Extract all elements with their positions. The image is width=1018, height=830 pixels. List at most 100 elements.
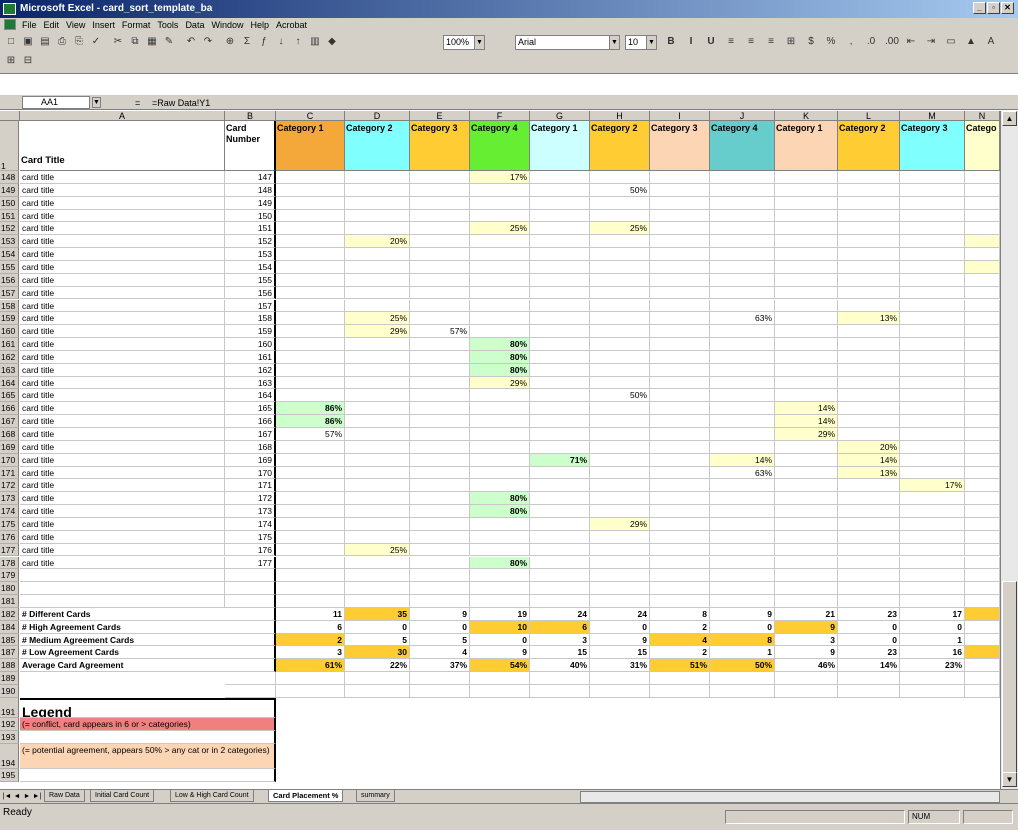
placement-cell[interactable]	[276, 543, 345, 557]
placement-cell[interactable]	[345, 376, 410, 390]
row-header[interactable]: 157	[0, 286, 19, 300]
row-header[interactable]: 194	[0, 743, 19, 770]
cut-icon[interactable]: ✂	[111, 35, 125, 49]
sort-descending-icon[interactable]: ↑	[291, 35, 305, 49]
placement-cell[interactable]	[590, 595, 650, 608]
summary-value[interactable]: 9	[590, 633, 650, 647]
placement-cell[interactable]	[965, 196, 1000, 210]
row-header[interactable]: 192	[0, 717, 19, 731]
placement-cell[interactable]	[276, 556, 345, 570]
row-header[interactable]: 156	[0, 273, 19, 287]
placement-cell[interactable]	[410, 376, 470, 390]
font-name-select[interactable]: Arial ▼	[515, 35, 620, 50]
summary-value[interactable]: 6	[276, 620, 345, 634]
placement-cell[interactable]	[590, 505, 650, 518]
placement-cell[interactable]	[276, 517, 345, 531]
summary-value[interactable]: 23	[838, 607, 900, 621]
placement-cell[interactable]	[276, 595, 345, 608]
placement-cell[interactable]	[590, 530, 650, 544]
placement-cell[interactable]	[345, 466, 410, 480]
placement-cell[interactable]	[530, 273, 590, 287]
row-header[interactable]: 163	[0, 363, 19, 377]
card-number-cell[interactable]: 152	[225, 235, 276, 249]
placement-cell[interactable]	[965, 260, 1000, 274]
sort-ascending-icon[interactable]: ↓	[274, 35, 288, 49]
card-number-cell[interactable]: 170	[225, 466, 276, 480]
placement-cell[interactable]	[590, 338, 650, 351]
category-header[interactable]: Category 2	[590, 121, 650, 171]
card-title-cell[interactable]: card title	[20, 479, 225, 493]
placement-cell[interactable]	[965, 248, 1000, 261]
blank-cell[interactable]	[225, 672, 276, 685]
underline-icon[interactable]: U	[704, 35, 718, 49]
placement-cell[interactable]	[775, 543, 838, 557]
placement-cell[interactable]	[710, 415, 775, 428]
placement-cell[interactable]	[900, 222, 965, 236]
next-sheet-icon[interactable]: ►	[22, 791, 32, 802]
placement-cell[interactable]	[470, 260, 530, 274]
placement-cell[interactable]	[276, 466, 345, 480]
placement-cell[interactable]	[710, 492, 775, 506]
zoom-select[interactable]: 100% ▼	[443, 35, 485, 50]
row-header[interactable]: 191	[0, 697, 19, 718]
placement-cell[interactable]	[410, 338, 470, 351]
placement-cell[interactable]	[710, 350, 775, 364]
row-header[interactable]: 162	[0, 350, 19, 364]
menu-insert[interactable]: Insert	[92, 20, 115, 30]
placement-cell[interactable]	[410, 286, 470, 300]
placement-cell[interactable]	[410, 235, 470, 249]
placement-cell[interactable]	[590, 248, 650, 261]
card-number-cell[interactable]: 174	[225, 517, 276, 531]
summary-value[interactable]: 19	[470, 607, 530, 621]
row-header[interactable]: 185	[0, 633, 19, 647]
placement-cell[interactable]	[410, 350, 470, 364]
placement-cell[interactable]	[775, 363, 838, 377]
placement-cell[interactable]	[530, 350, 590, 364]
card-number-cell[interactable]	[225, 569, 276, 583]
summary-value[interactable]: 46%	[775, 659, 838, 673]
placement-cell[interactable]	[590, 196, 650, 210]
placement-cell[interactable]	[345, 479, 410, 493]
placement-cell[interactable]	[965, 440, 1000, 454]
placement-cell[interactable]	[530, 543, 590, 557]
placement-cell[interactable]	[900, 543, 965, 557]
merge-center-icon[interactable]: ⊞	[784, 35, 798, 49]
summary-value[interactable]: 37%	[410, 659, 470, 673]
placement-cell[interactable]	[965, 286, 1000, 300]
placement-cell[interactable]	[650, 248, 710, 261]
summary-value[interactable]	[965, 620, 1000, 634]
row-header[interactable]: 149	[0, 183, 19, 197]
placement-cell[interactable]	[650, 582, 710, 596]
summary-value[interactable]: 0	[838, 633, 900, 647]
placement-cell[interactable]	[276, 376, 345, 390]
placement-cell[interactable]	[470, 479, 530, 493]
placement-cell[interactable]	[838, 235, 900, 249]
card-number-cell[interactable]: 147	[225, 171, 276, 184]
card-number-cell[interactable]: 175	[225, 530, 276, 544]
placement-cell[interactable]	[530, 415, 590, 428]
placement-cell[interactable]	[710, 569, 775, 583]
summary-value[interactable]: 0	[470, 633, 530, 647]
hyperlink-icon[interactable]: ⊕	[223, 35, 237, 49]
placement-cell[interactable]	[276, 389, 345, 403]
last-sheet-icon[interactable]: ►|	[32, 791, 42, 802]
column-header-k[interactable]: K	[775, 111, 838, 121]
placement-cell[interactable]	[410, 530, 470, 544]
placement-cell[interactable]	[965, 556, 1000, 570]
card-title-cell[interactable]: card title	[20, 363, 225, 377]
placement-cell[interactable]	[276, 582, 345, 596]
summary-label[interactable]: # High Agreement Cards	[20, 620, 276, 634]
placement-cell[interactable]	[650, 428, 710, 441]
placement-cell[interactable]	[590, 428, 650, 441]
row-header[interactable]: 153	[0, 235, 19, 249]
column-header-d[interactable]: D	[345, 111, 410, 121]
summary-value[interactable]: 54%	[470, 659, 530, 673]
column-header-f[interactable]: F	[470, 111, 530, 121]
menu-data[interactable]: Data	[185, 20, 204, 30]
card-number-cell[interactable]: 158	[225, 312, 276, 326]
placement-cell[interactable]	[345, 338, 410, 351]
percent-icon[interactable]: %	[824, 35, 838, 49]
card-title-cell[interactable]: card title	[20, 260, 225, 274]
row-header[interactable]: 173	[0, 492, 19, 506]
placement-cell[interactable]	[900, 556, 965, 570]
